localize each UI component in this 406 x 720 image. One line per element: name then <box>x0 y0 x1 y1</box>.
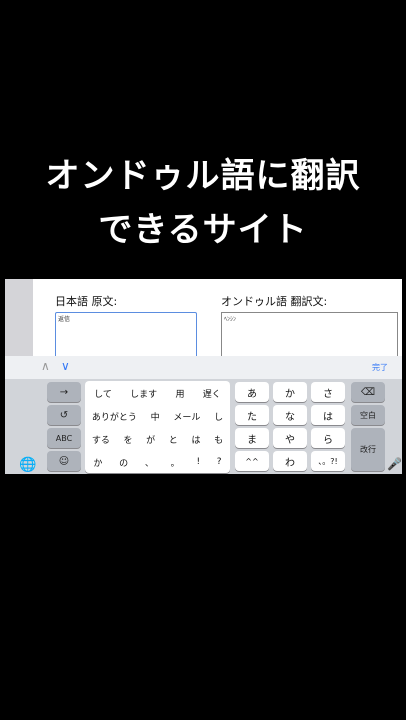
delete-key[interactable]: ⌫ <box>351 382 385 402</box>
candidate[interactable]: し <box>214 410 223 423</box>
space-key[interactable]: 空白 <box>351 405 385 425</box>
done-button[interactable]: 完了 <box>372 362 388 373</box>
kana-key-ya[interactable]: や <box>273 428 307 448</box>
target-label: オンドゥル語 翻訳文: <box>221 295 328 308</box>
candidate-row-2: ありがとう 中 メール し <box>85 405 230 427</box>
candidate[interactable]: します <box>130 387 157 400</box>
candidate-list: して します 用 遅く ありがとう 中 メール し する を が と は も か <box>85 381 230 473</box>
kana-key-ka[interactable]: か <box>273 382 307 402</box>
kaomoji-key[interactable]: ^^ <box>235 451 269 471</box>
return-key[interactable]: 改行 <box>351 428 385 471</box>
japanese-keyboard: → ↺ ABC ☺ 🌐 して します 用 遅く ありがとう 中 メール し する… <box>5 379 402 474</box>
chevron-up-icon[interactable]: ∧ <box>41 359 50 373</box>
candidate[interactable]: が <box>146 433 155 446</box>
kana-key-a[interactable]: あ <box>235 382 269 402</box>
candidate[interactable]: の <box>119 456 128 469</box>
microphone-icon[interactable]: 🎤 <box>387 457 402 471</box>
kana-key-ra[interactable]: ら <box>311 428 345 448</box>
candidate[interactable]: か <box>93 456 102 469</box>
candidate[interactable]: と <box>169 433 178 446</box>
target-textarea[interactable]: ﾍﾝｼﾝ <box>221 312 398 358</box>
kana-key-ha[interactable]: は <box>311 405 345 425</box>
keyboard-accessory-bar: ∧ ∨ 完了 <box>5 356 402 380</box>
candidate[interactable]: 、 <box>145 456 154 469</box>
candidate[interactable]: ? <box>217 457 222 467</box>
target-text: ﾍﾝｼﾝ <box>224 316 237 323</box>
source-textarea[interactable]: 返信 <box>55 312 197 358</box>
abc-key[interactable]: ABC <box>47 428 81 448</box>
source-text: 返信 <box>58 316 71 323</box>
candidate[interactable]: 。 <box>171 456 180 469</box>
kana-key-wa[interactable]: わ <box>273 451 307 471</box>
headline-line2: できるサイト <box>98 210 308 250</box>
sidebar-strip <box>5 279 33 359</box>
emoji-key[interactable]: ☺ <box>47 451 81 471</box>
chevron-down-icon[interactable]: ∨ <box>61 359 70 373</box>
headline-line1: オンドゥル語に翻訳 <box>45 156 361 196</box>
candidate[interactable]: は <box>191 433 200 446</box>
arrow-right-key[interactable]: → <box>47 382 81 402</box>
candidate[interactable]: メール <box>173 410 200 423</box>
candidate-row-3: する を が と は も <box>85 428 230 450</box>
candidate[interactable]: して <box>94 387 112 400</box>
kana-key-na[interactable]: な <box>273 405 307 425</box>
candidate[interactable]: 中 <box>151 410 160 423</box>
candidate[interactable]: を <box>123 433 132 446</box>
candidate-row-4: か の 、 。 ! ? <box>85 451 230 473</box>
candidate[interactable]: 用 <box>175 387 184 400</box>
candidate[interactable]: ありがとう <box>92 410 137 423</box>
candidate[interactable]: ! <box>196 457 200 467</box>
screenshot-panel: 日本語 原文: オンドゥル語 翻訳文: 返信 ﾍﾝｼﾝ ∧ ∨ 完了 → ↺ A… <box>5 279 402 474</box>
kana-key-ta[interactable]: た <box>235 405 269 425</box>
globe-icon[interactable]: 🌐 <box>19 457 36 473</box>
kana-key-ma[interactable]: ま <box>235 428 269 448</box>
source-label: 日本語 原文: <box>55 295 118 308</box>
candidate-row-1: して します 用 遅く <box>85 382 230 404</box>
punctuation-key[interactable]: 、。?! <box>311 451 345 471</box>
candidate[interactable]: 遅く <box>203 387 221 400</box>
candidate[interactable]: も <box>214 433 223 446</box>
translator-page: 日本語 原文: オンドゥル語 翻訳文: 返信 ﾍﾝｼﾝ <box>33 279 402 358</box>
candidate[interactable]: する <box>92 433 110 446</box>
undo-key[interactable]: ↺ <box>47 405 81 425</box>
kana-key-sa[interactable]: さ <box>311 382 345 402</box>
